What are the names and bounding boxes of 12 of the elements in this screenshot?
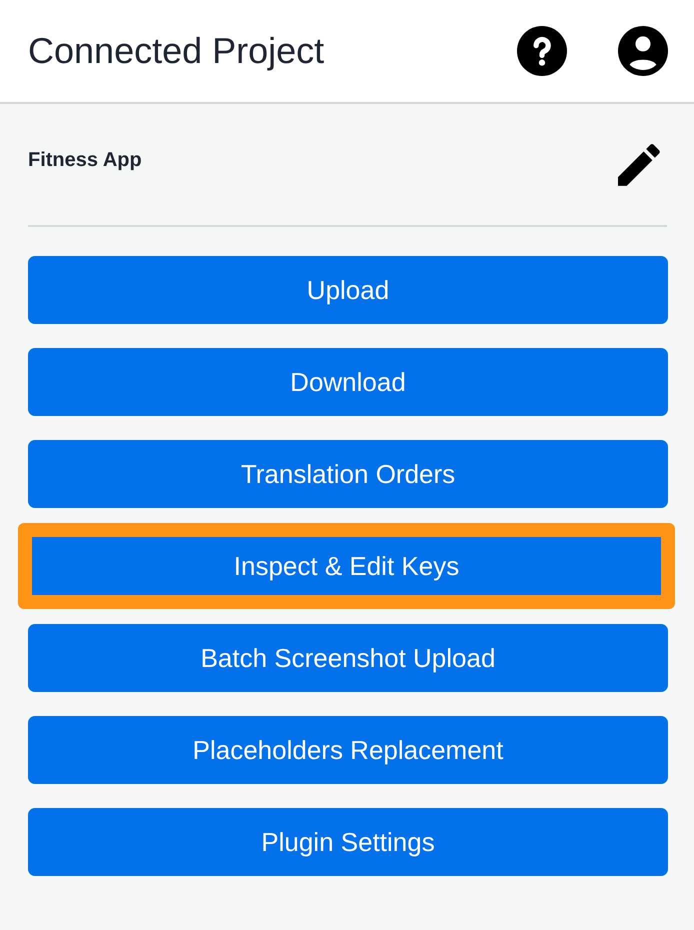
action-button[interactable]: Upload (28, 256, 668, 324)
action-button[interactable]: Plugin Settings (28, 808, 668, 876)
action-button[interactable]: Inspect & Edit Keys (18, 523, 675, 609)
user-account-icon[interactable] (618, 26, 668, 76)
window-title: Connected Project (28, 29, 324, 73)
help-icon[interactable] (517, 26, 567, 76)
action-button[interactable]: Placeholders Replacement (28, 716, 668, 784)
action-button[interactable]: Download (28, 348, 668, 416)
project-name: Fitness App (28, 148, 142, 172)
action-button[interactable]: Translation Orders (28, 440, 668, 508)
pencil-icon[interactable] (618, 144, 660, 186)
action-button[interactable]: Batch Screenshot Upload (28, 624, 668, 692)
